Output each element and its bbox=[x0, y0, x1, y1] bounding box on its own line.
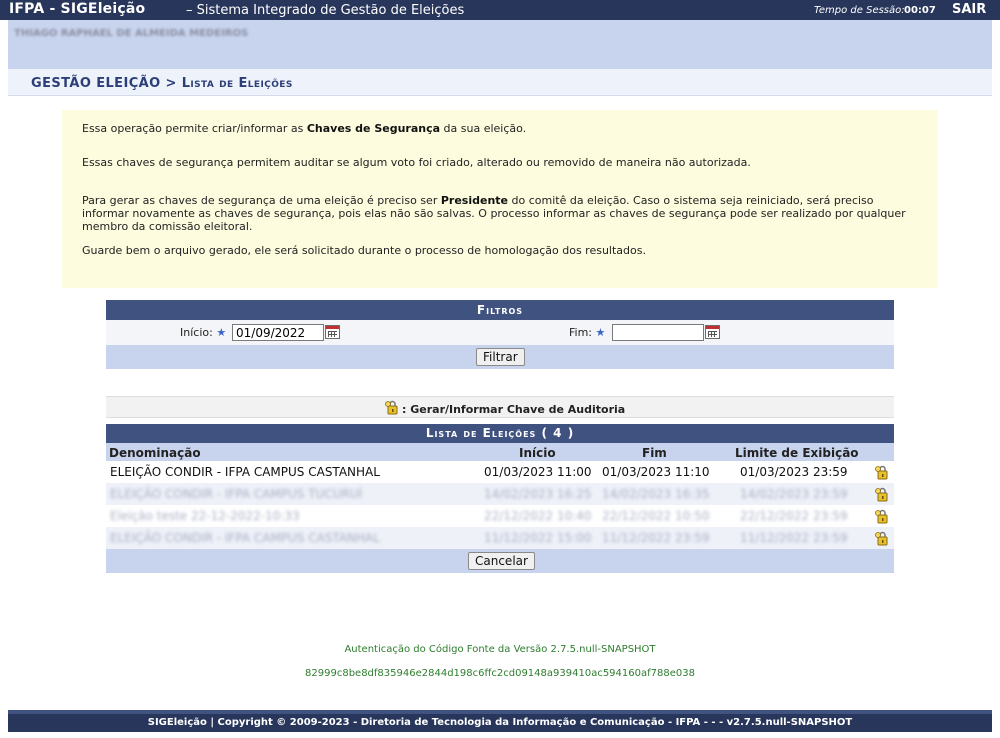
table-row: ELEIÇÃO CONDIR - IFPA CAMPUS CASTANHAL 0… bbox=[106, 461, 894, 483]
filters-row: Início: ★ Fim: ★ bbox=[106, 320, 894, 345]
key-lock-icon[interactable] bbox=[874, 464, 890, 480]
bottom-footer-bar: SIGEleição | Copyright © 2009-2023 - Dir… bbox=[8, 710, 992, 732]
user-name: THIAGO RAPHAEL DE ALMEIDA MEDEIROS bbox=[14, 28, 249, 39]
filters-form: Filtros Início: ★ Fim: ★ Filtrar bbox=[106, 300, 894, 369]
election-end: 22/12/2022 10:50 bbox=[602, 509, 710, 523]
table-row: Eleição teste 22-12-2022-10:33 22/12/202… bbox=[106, 505, 894, 527]
action-legend: : Gerar/Informar Chave de Auditoria bbox=[106, 396, 894, 418]
source-hash: 82999c8be8df835946e2844d198c6ffc2cd09148… bbox=[305, 668, 695, 679]
column-header-start: Início bbox=[519, 446, 556, 460]
key-lock-icon[interactable] bbox=[874, 530, 890, 546]
election-name: Eleição teste 22-12-2022-10:33 bbox=[110, 509, 300, 523]
required-star-icon: ★ bbox=[595, 326, 606, 339]
key-lock-icon bbox=[385, 400, 398, 415]
app-subtitle: – Sistema Integrado de Gestão de Eleiçõe… bbox=[186, 3, 465, 18]
election-name: ELEIÇÃO CONDIR - IFPA CAMPUS CASTANHAL bbox=[110, 531, 380, 545]
info-text: da sua eleição. bbox=[440, 122, 527, 135]
election-name: ELEIÇÃO CONDIR - IFPA CAMPUS TUCURUÍ bbox=[110, 487, 363, 501]
election-name: ELEIÇÃO CONDIR - IFPA CAMPUS CASTANHAL bbox=[110, 465, 380, 479]
user-info-bar: THIAGO RAPHAEL DE ALMEIDA MEDEIROS bbox=[8, 20, 992, 69]
list-footer: Cancelar bbox=[106, 549, 894, 573]
table-row: ELEIÇÃO CONDIR - IFPA CAMPUS CASTANHAL 1… bbox=[106, 527, 894, 549]
top-header-bar: IFPA - SIGEleição – Sistema Integrado de… bbox=[0, 0, 1000, 20]
info-text: Para gerar as chaves de segurança de uma… bbox=[82, 194, 441, 207]
source-auth-text: Autenticação do Código Fonte da Versão 2… bbox=[344, 644, 656, 655]
election-limit: 01/03/2023 23:59 bbox=[740, 465, 848, 479]
key-lock-icon[interactable] bbox=[874, 486, 890, 502]
election-start: 01/03/2023 11:00 bbox=[484, 465, 592, 479]
info-paragraph-1: Essa operação permite criar/informar as … bbox=[82, 122, 918, 135]
copyright-text: SIGEleição | Copyright © 2009-2023 - Dir… bbox=[147, 717, 853, 728]
start-date-label-text: Início: bbox=[180, 326, 213, 339]
session-timer-label: Tempo de Sessão: bbox=[814, 5, 905, 16]
cancel-button[interactable]: Cancelar bbox=[468, 552, 535, 570]
table-header: Denominação Início Fim Limite de Exibiçã… bbox=[106, 443, 894, 461]
election-end: 01/03/2023 11:10 bbox=[602, 465, 710, 479]
filter-button[interactable]: Filtrar bbox=[476, 348, 525, 366]
session-timer-value: 00:07 bbox=[904, 5, 936, 16]
column-header-limit: Limite de Exibição bbox=[735, 446, 859, 460]
election-start: 11/12/2022 15:00 bbox=[484, 531, 592, 545]
breadcrumb-parent[interactable]: GESTÃO ELEIÇÃO bbox=[31, 76, 161, 91]
info-paragraph-2: Essas chaves de segurança permitem audit… bbox=[82, 156, 751, 169]
logout-link[interactable]: SAIR bbox=[952, 2, 986, 17]
info-box: Essa operação permite criar/informar as … bbox=[62, 110, 938, 288]
end-date-label-text: Fim: bbox=[569, 326, 593, 339]
list-caption: Lista de Eleições ( 4 ) bbox=[106, 424, 894, 443]
end-date-label: Fim: ★ bbox=[569, 326, 605, 339]
election-limit: 11/12/2022 23:59 bbox=[740, 531, 848, 545]
legend-text: : Gerar/Informar Chave de Auditoria bbox=[402, 403, 626, 416]
start-date-label: Início: ★ bbox=[180, 326, 226, 339]
filters-caption: Filtros bbox=[106, 300, 894, 320]
key-lock-icon[interactable] bbox=[874, 508, 890, 524]
election-list-table: Lista de Eleições ( 4 ) Denominação Iníc… bbox=[106, 424, 894, 573]
election-start: 14/02/2023 16:25 bbox=[484, 487, 592, 501]
filters-footer: Filtrar bbox=[106, 345, 894, 369]
info-paragraph-3: Para gerar as chaves de segurança de uma… bbox=[82, 194, 918, 233]
app-title: IFPA - SIGEleição bbox=[9, 1, 146, 17]
election-limit: 22/12/2022 23:59 bbox=[740, 509, 848, 523]
calendar-icon[interactable] bbox=[705, 325, 720, 339]
info-bold-text: Chaves de Segurança bbox=[306, 122, 441, 135]
table-row: ELEIÇÃO CONDIR - IFPA CAMPUS TUCURUÍ 14/… bbox=[106, 483, 894, 505]
election-start: 22/12/2022 10:40 bbox=[484, 509, 592, 523]
election-limit: 14/02/2023 23:59 bbox=[740, 487, 848, 501]
info-text: Essa operação permite criar/informar as bbox=[82, 122, 307, 135]
breadcrumb-text: GESTÃO ELEIÇÃO > Lista de Eleições bbox=[31, 76, 293, 91]
info-bold-text: Presidente bbox=[440, 194, 508, 207]
breadcrumb-current: Lista de Eleições bbox=[181, 76, 293, 91]
column-header-name: Denominação bbox=[109, 446, 201, 460]
breadcrumb-separator: > bbox=[165, 76, 177, 91]
required-star-icon: ★ bbox=[216, 326, 227, 339]
start-date-input[interactable] bbox=[232, 324, 324, 341]
column-header-end: Fim bbox=[642, 446, 667, 460]
election-end: 14/02/2023 16:35 bbox=[602, 487, 710, 501]
info-paragraph-4: Guarde bem o arquivo gerado, ele será so… bbox=[82, 244, 646, 257]
election-end: 11/12/2022 23:59 bbox=[602, 531, 710, 545]
breadcrumb: GESTÃO ELEIÇÃO > Lista de Eleições bbox=[8, 69, 992, 96]
end-date-input[interactable] bbox=[612, 324, 704, 341]
calendar-icon[interactable] bbox=[325, 325, 340, 339]
